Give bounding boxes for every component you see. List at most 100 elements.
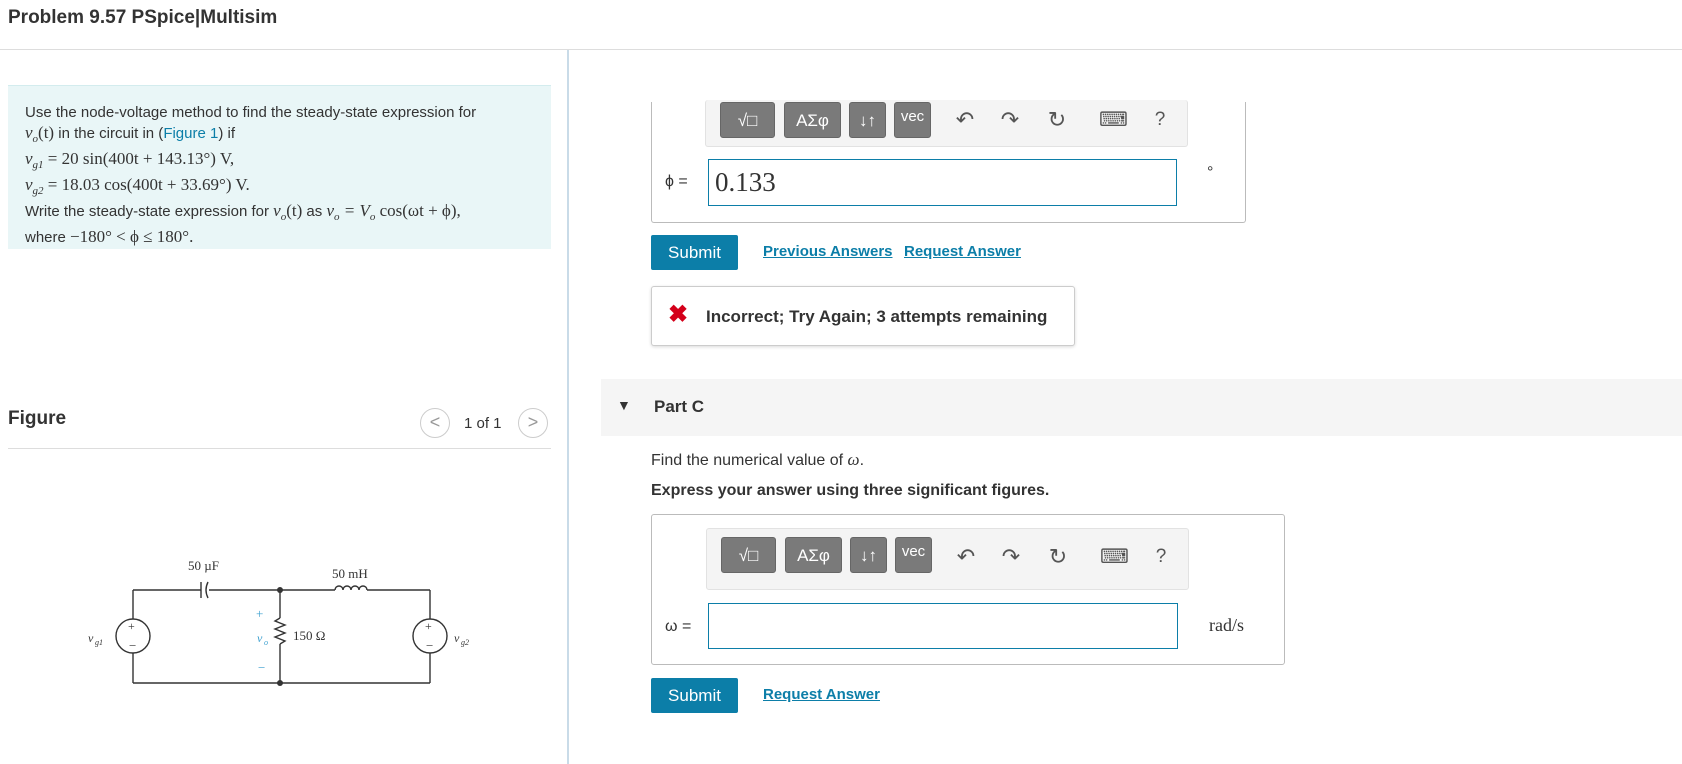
capacitor-label: 50 µF [188,558,219,573]
arrows-button[interactable]: ↓↑ [850,537,887,573]
vg2-equation: vg2 = 18.03 cos(400t + 33.69°) V. [25,175,534,201]
vg2-label: v [454,631,460,645]
redo-icon[interactable]: ↷ [996,106,1024,134]
problem-text: where [25,229,71,246]
keyboard-icon[interactable]: ⌨ [1100,543,1129,571]
node-top [277,587,283,593]
part-b-submit-button[interactable]: Submit [651,235,738,270]
problem-text: as [302,203,327,220]
problem-line-5: Write the steady-state expression for vo… [25,201,534,227]
vo-label: v [257,631,263,645]
vec-icon: vec [901,543,926,560]
reset-icon[interactable]: ↻ [1043,106,1071,134]
collapse-caret-icon[interactable]: ▼ [617,397,631,413]
arrows-icon: ↓↑ [859,111,876,130]
problem-text-end: ) if [218,125,236,142]
vec-icon: vec [900,108,925,125]
redo-icon[interactable]: ↷ [997,543,1025,571]
circuit-diagram: + − + − v g1 v g2 50 µF 50 mH 150 Ω + − … [88,558,469,686]
omega-symbol: ω [847,450,860,469]
vo-symbol: v [273,201,281,220]
greek-icon: ΑΣφ [797,546,830,565]
vo-arg: (t) [286,201,303,220]
next-figure-button[interactable]: > [518,408,548,438]
chevron-left-icon: < [429,412,441,432]
figure-header: Figure < 1 of 1 > [8,406,551,449]
phi-range: −180° < ϕ ≤ 180°. [70,227,194,246]
templates-button[interactable]: √□ [721,537,776,573]
chevron-right-icon: > [527,412,539,432]
figure-link[interactable]: Figure 1 [163,125,218,142]
undo-icon[interactable]: ↶ [951,106,979,134]
vg1-minus: − [129,638,136,653]
arrows-button[interactable]: ↓↑ [849,102,886,138]
vg2-label-sub: g2 [461,638,469,647]
cos-expression: cos(ωt + ϕ), [375,201,461,220]
vo-label-sub: o [264,638,268,647]
vg2-minus: − [426,638,433,653]
vo-arg: (t) [38,123,55,142]
part-c-question: Find the numerical value of ω. [651,450,864,470]
node-bottom [277,680,283,686]
vg2-subscript: g2 [32,185,44,197]
vg1-symbol: v [25,149,33,168]
part-c-instruction: Express your answer using three signific… [651,482,1050,499]
resistor-label: 150 Ω [293,628,325,643]
templates-icon: √□ [737,111,758,130]
vg2-plus: + [425,619,432,633]
part-c-request-answer-link[interactable]: Request Answer [763,686,880,703]
pane-divider[interactable] [567,50,569,764]
vg2-expression: = 18.03 cos(400t + 33.69°) V. [43,175,250,194]
help-icon[interactable]: ? [1147,543,1175,571]
part-c-title: Part C [654,397,705,416]
templates-icon: √□ [738,546,759,565]
Vo-symbol: = V [339,201,370,220]
part-c-header[interactable]: ▼ Part C [601,379,1682,436]
page-title: Problem 9.57 PSpice|Multisim [8,7,278,28]
vo-plus: + [256,606,263,621]
figure-title: Figure [8,408,67,429]
figure-pager: 1 of 1 [464,415,502,432]
greek-button[interactable]: ΑΣφ [784,102,841,138]
vg2-symbol: v [25,175,33,194]
inductor-label: 50 mH [332,566,368,581]
part-b-request-answer-link[interactable]: Request Answer [904,243,1021,260]
problem-line-2: vo(t) in the circuit in (Figure 1) if [25,123,534,149]
vo-minus: − [258,660,265,675]
vec-button[interactable]: vec [895,537,932,573]
vg1-label: v [88,631,94,645]
vg1-expression: = 20 sin(400t + 143.13°) V, [43,149,235,168]
question-end: . [859,452,865,469]
page-header: Problem 9.57 PSpice|Multisim [0,0,1682,50]
arrows-icon: ↓↑ [860,546,877,565]
vg1-plus: + [128,619,135,633]
phi-input[interactable]: 0.133 [708,159,1177,206]
vg1-equation: vg1 = 20 sin(400t + 143.13°) V, [25,149,534,175]
keyboard-icon[interactable]: ⌨ [1099,106,1128,134]
part-c-submit-button[interactable]: Submit [651,678,738,713]
undo-icon[interactable]: ↶ [952,543,980,571]
part-c-toolbar: √□ ΑΣφ ↓↑ vec ↶ ↷ ↻ ⌨ ? [706,528,1189,590]
error-icon: ✖ [668,301,689,328]
problem-text: in the circuit in ( [54,125,164,142]
problem-line-1: Use the node-voltage method to find the … [25,104,477,121]
templates-button[interactable]: √□ [720,102,775,138]
previous-answers-link[interactable]: Previous Answers [763,243,893,260]
problem-text: Write the steady-state expression for [25,203,274,220]
help-icon[interactable]: ? [1146,106,1174,134]
prev-figure-button[interactable]: < [420,408,450,438]
vg1-subscript: g1 [32,159,44,171]
feedback-message: ✖ Incorrect; Try Again; 3 attempts remai… [651,286,1075,346]
omega-input[interactable] [708,603,1178,649]
question-text: Find the numerical value of [651,452,848,469]
phi-label: ϕ = [665,173,688,190]
greek-button[interactable]: ΑΣφ [785,537,842,573]
reset-icon[interactable]: ↻ [1044,543,1072,571]
omega-unit: rad/s [1209,615,1244,635]
omega-label: ω = [665,618,692,635]
part-b-toolbar: √□ ΑΣφ ↓↑ vec ↶ ↷ ↻ ⌨ ? [705,100,1188,147]
vo-symbol: v [25,123,33,142]
vg1-label-sub: g1 [95,638,103,647]
vec-button[interactable]: vec [894,102,931,138]
phi-unit: ° [1207,164,1214,181]
